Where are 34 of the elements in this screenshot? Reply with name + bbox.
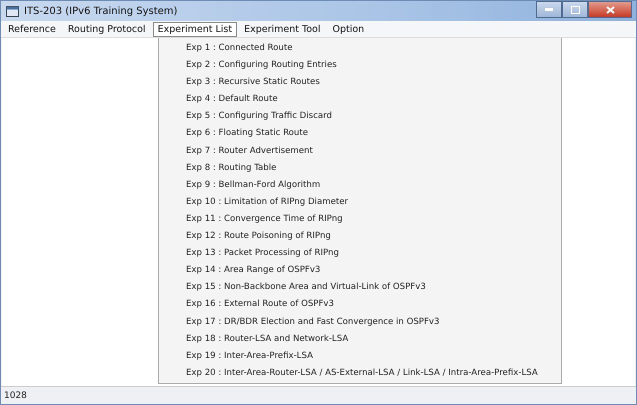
menu-item[interactable]: Reference xyxy=(3,22,61,36)
close-button[interactable] xyxy=(588,1,632,18)
window-icon xyxy=(6,6,19,16)
maximize-button[interactable] xyxy=(562,1,588,18)
menu-entry[interactable]: Exp 13 : Packet Processing of RIPng xyxy=(159,245,561,262)
menu-entry[interactable]: Exp 15 : Non-Backbone Area and Virtual-Link of OSPFv3 xyxy=(159,279,561,296)
close-icon xyxy=(606,6,614,14)
menu-item[interactable]: Experiment Tool xyxy=(239,22,326,36)
menu-entry[interactable]: Exp 9 : Bellman-Ford Algorithm xyxy=(159,176,561,194)
menu-entry[interactable]: Exp 5 : Configuring Traffic Discard xyxy=(159,108,561,126)
menu-entry[interactable]: Exp 6 : Floating Static Route xyxy=(159,125,561,143)
menu-entry[interactable]: Exp 12 : Route Poisoning of RIPng xyxy=(159,228,561,246)
menu-entry[interactable]: Exp 11 : Convergence Time of RIPng xyxy=(159,210,561,228)
menu-entry[interactable]: Exp 16 : External Route of OSPFv3 xyxy=(159,296,561,314)
maximize-icon xyxy=(570,6,580,14)
menu-entry[interactable]: Exp 8 : Routing Table xyxy=(159,160,561,177)
menu-entry[interactable]: Exp 17 : DR/BDR Election and Fast Convergence in OSPFv3 xyxy=(159,314,561,331)
menu-entry[interactable]: Exp 18 : Router-LSA and Network-LSA xyxy=(159,330,561,348)
menu-entry[interactable]: Exp 7 : Router Advertisement xyxy=(159,142,561,160)
menu-item[interactable]: Experiment List xyxy=(152,22,238,36)
status-text: 1028 xyxy=(4,390,27,400)
menu-entry[interactable]: Exp 14 : Area Range of OSPFv3 xyxy=(159,262,561,280)
menu-entry[interactable]: Exp 1 : Connected Route xyxy=(159,40,561,58)
menu-entry[interactable]: Exp 4 : Default Route xyxy=(159,91,561,108)
menu-item[interactable]: Option xyxy=(327,22,370,36)
menu-item[interactable]: Routing Protocol xyxy=(62,22,151,36)
menu-entry[interactable]: Exp 3 : Recursive Static Routes xyxy=(159,74,561,92)
menu-entry[interactable]: Exp 19 : Inter-Area-Prefix-LSA xyxy=(159,348,561,365)
minimize-icon xyxy=(545,8,553,11)
minimize-button[interactable] xyxy=(536,1,562,18)
menu-entry[interactable]: Exp 2 : Configuring Routing Entries xyxy=(159,57,561,74)
window-title: ITS-203 (IPv6 Training System) xyxy=(24,6,178,16)
menu-entry[interactable]: Exp 20 : Inter-Area-Router-LSA / AS-External-LSA / Link-LSA / Intra-Area-Prefix-LSA xyxy=(159,364,561,382)
menu-entry[interactable]: Exp 10 : Limitation of RIPng Diameter xyxy=(159,194,561,211)
